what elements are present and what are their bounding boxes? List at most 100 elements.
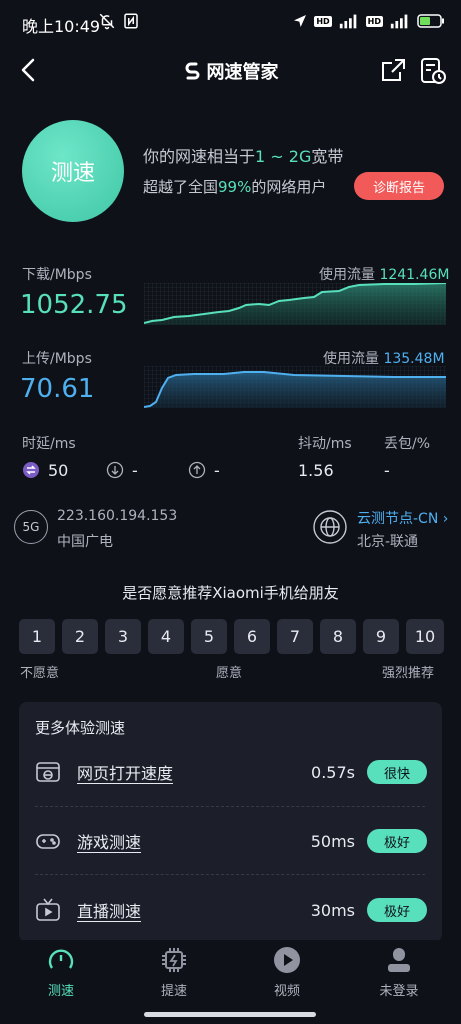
up-latency-metric: - [188,458,220,482]
score-button-4[interactable]: 4 [148,619,184,654]
equiv-suffix: 宽带 [311,147,344,166]
beat-suffix: 的网络用户 [251,178,327,196]
hd-badge: HD [314,15,332,27]
globe-icon [313,510,347,544]
webpage-test-value: 0.57s [311,762,355,782]
history-button[interactable] [418,56,448,86]
app-logo-icon [185,62,199,80]
loss-label: 丢包/% [384,436,431,452]
live-test-tag: 极好 [367,898,427,922]
home-indicator[interactable] [144,1012,316,1017]
nav-login[interactable]: 未登录 [364,946,434,999]
scale-mid-label: 愿意 [216,666,243,681]
live-test-row[interactable]: 直播测速 30ms 极好 [35,895,427,925]
network-type-icon: 5G [14,510,48,544]
share-button[interactable] [378,56,408,86]
game-test-value: 50ms [310,831,355,851]
tv-icon [36,898,60,921]
jitter-label: 抖动/ms [298,436,352,452]
webpage-icon [36,762,60,782]
live-test-value: 30ms [310,900,355,920]
download-label: 下载/Mbps [22,267,92,283]
equiv-value: 1 ~ 2G [255,147,312,166]
upload-usage-label: 使用流量 [323,351,379,367]
beat-percent-text: 超越了全国99%的网络用户 [143,176,326,197]
test-node-location: 北京-联通 [357,534,419,550]
test-node-link[interactable]: 云测节点-CN › [357,508,448,528]
divider [35,806,425,807]
more-tests-title: 更多体验测速 [35,719,126,737]
recommend-question: 是否愿意推荐Xiaomi手机给朋友 [122,584,339,602]
nav-boost[interactable]: 提速 [139,946,209,999]
scale-low-label: 不愿意 [20,666,60,681]
signal-icon [339,14,356,29]
jitter-metric: 1.56 [298,458,334,482]
score-button-5[interactable]: 5 [191,619,227,654]
score-button-10[interactable]: 10 [406,619,444,654]
app-title-text: 网速管家 [206,62,279,83]
nav-boost-label: 提速 [160,984,187,999]
diagnose-report-button[interactable]: 诊断报告 [354,172,444,200]
ip-address: 223.160.194.153 [57,508,178,524]
score-button-9[interactable]: 9 [363,619,399,654]
upload-value: 70.61 [20,374,95,404]
webpage-test-row[interactable]: 网页打开速度 0.57s 很快 [35,757,427,787]
download-usage: 使用流量 1241.46M [319,264,449,284]
divider [35,874,425,875]
download-usage-value: 1241.46M [379,267,450,283]
game-test-name[interactable]: 游戏测速 [77,829,311,853]
nav-login-label: 未登录 [379,984,419,999]
nav-video[interactable]: 视频 [252,946,322,999]
upload-label: 上传/Mbps [22,351,92,367]
up-latency-value: - [214,460,220,480]
speedometer-icon [48,949,74,969]
nav-speedtest[interactable]: 测速 [26,946,96,999]
webpage-test-name[interactable]: 网页打开速度 [77,760,311,784]
score-button-8[interactable]: 8 [320,619,356,654]
speed-equivalent-text: 你的网速相当于1 ~ 2G宽带 [143,143,343,167]
status-left-icons [98,12,140,30]
gamepad-icon [36,834,60,849]
beat-prefix: 超越了全国 [143,178,219,196]
chip-boost-icon [162,948,186,972]
download-chart [144,283,446,325]
game-test-tag: 极好 [367,829,427,853]
upload-arrow-icon [188,461,206,479]
download-value: 1052.75 [20,290,128,320]
latency-value: 50 [48,460,69,480]
jitter-value: 1.56 [298,460,334,480]
score-row: 1 2 3 4 5 6 7 8 9 10 [19,619,444,654]
bell-off-icon [99,13,115,30]
down-latency-value: - [132,460,138,480]
upload-chart [144,366,446,408]
status-time: 晚上10:49 [22,17,101,36]
beat-percent: 99% [218,178,252,196]
signal-icon-2 [390,14,408,29]
upload-usage: 使用流量 135.48M [323,348,445,368]
scale-high-label: 强烈推荐 [382,666,435,681]
ping-icon [23,462,39,478]
test-node-label[interactable]: 云测节点-CN [357,511,438,527]
loss-metric: - [384,458,390,482]
score-button-2[interactable]: 2 [62,619,98,654]
play-icon [274,947,300,973]
score-button-7[interactable]: 7 [277,619,313,654]
loss-value: - [384,460,390,480]
live-test-name[interactable]: 直播测速 [77,898,311,922]
score-button-1[interactable]: 1 [19,619,55,654]
webpage-test-tag: 很快 [367,760,427,784]
upload-usage-value: 135.48M [383,351,445,367]
score-button-3[interactable]: 3 [105,619,141,654]
equiv-prefix: 你的网速相当于 [143,147,256,166]
nfc-icon [124,13,138,29]
game-test-row[interactable]: 游戏测速 50ms 极好 [35,826,427,856]
start-test-button[interactable]: 测速 [22,120,124,222]
user-icon [388,948,410,972]
download-usage-label: 使用流量 [319,267,375,283]
isp-name: 中国广电 [57,534,113,550]
download-arrow-icon [106,461,124,479]
latency-metric: 50 [22,458,68,482]
nav-video-label: 视频 [273,984,300,999]
chevron-right-icon: › [442,511,449,527]
score-button-6[interactable]: 6 [234,619,270,654]
